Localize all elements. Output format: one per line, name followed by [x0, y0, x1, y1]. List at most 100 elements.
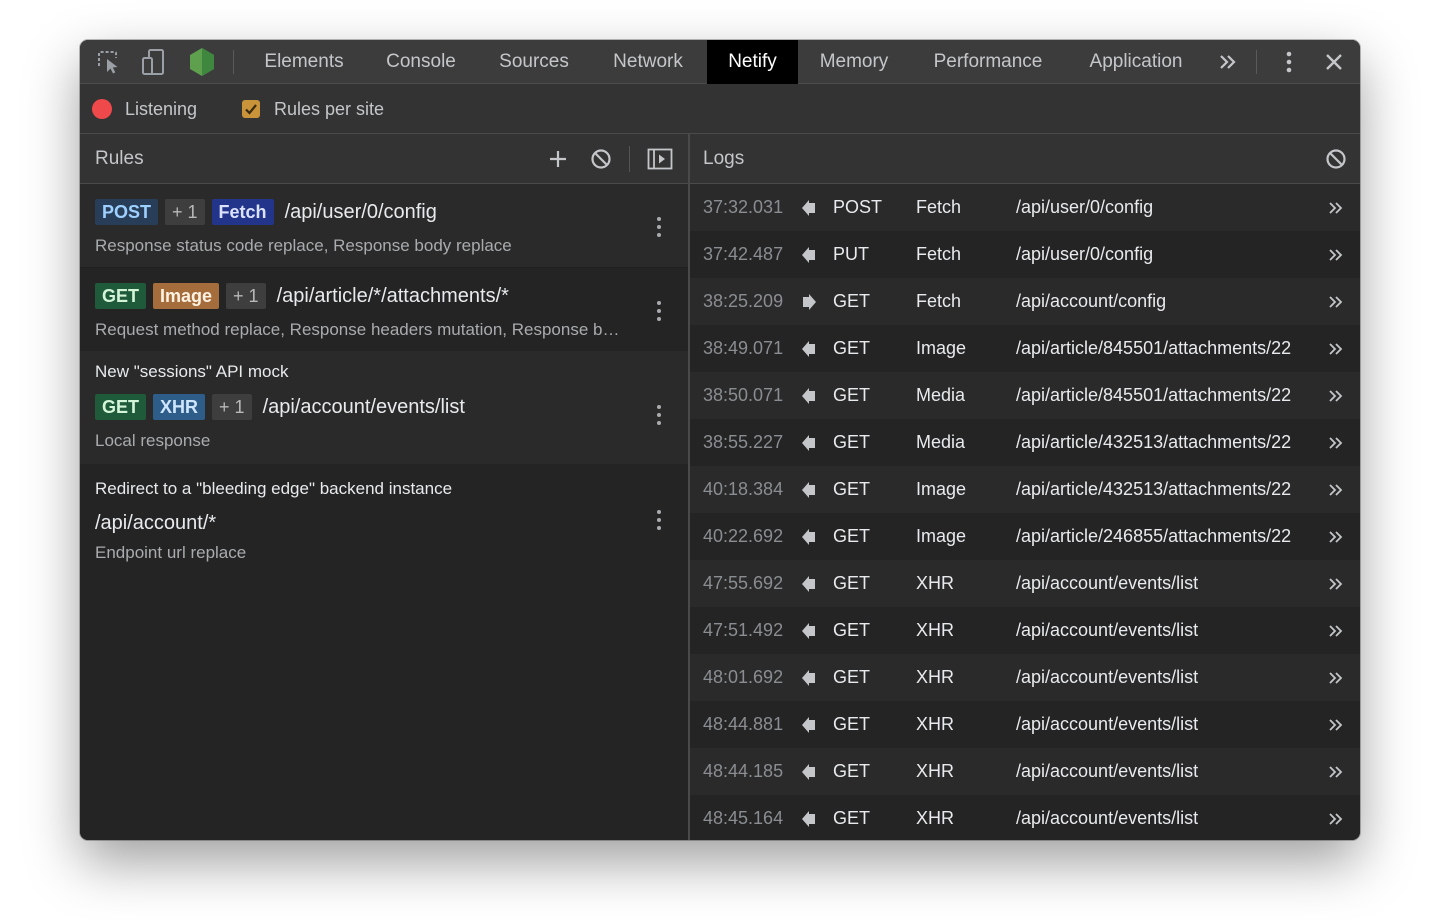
log-row[interactable]: 48:45.164 GET XHR /api/account/events/li…	[690, 795, 1360, 840]
clear-icon[interactable]	[589, 147, 613, 171]
log-time: 38:55.227	[703, 432, 784, 452]
rule-summary: POST + 1 Fetch /api/user/0/config	[95, 198, 437, 226]
double-chevron-right-icon[interactable]	[1326, 184, 1346, 231]
listening-label: Listening	[125, 99, 198, 119]
double-chevron-right-icon[interactable]	[1326, 560, 1346, 607]
rule-url: /api/article/*/attachments/*	[276, 284, 509, 307]
double-chevron-right-icon[interactable]	[1326, 654, 1346, 701]
log-type: Fetch	[916, 291, 962, 311]
log-type: Media	[916, 385, 966, 405]
node-icon[interactable]	[186, 40, 218, 84]
log-url: /api/account/config	[1016, 291, 1167, 311]
rules-per-site-checkbox[interactable]	[242, 100, 260, 118]
rule-item[interactable]: New "sessions" API mock GET XHR + 1 /api…	[80, 351, 688, 464]
double-chevron-right-icon[interactable]	[1326, 748, 1346, 795]
log-url: /api/article/246855/attachments/22	[1016, 526, 1292, 546]
log-time: 37:32.031	[703, 197, 784, 217]
rule-name: New "sessions" API mock	[95, 362, 289, 381]
log-row[interactable]: 40:22.692 GET Image /api/article/246855/…	[690, 513, 1360, 560]
tab-bar: Elements Console Sources Network Netify …	[80, 40, 1360, 84]
log-method: GET	[833, 808, 871, 828]
rule-summary: GET XHR + 1 /api/account/events/list	[95, 393, 465, 421]
log-row[interactable]: 38:55.227 GET Media /api/article/432513/…	[690, 419, 1360, 466]
log-time: 48:44.881	[703, 714, 784, 734]
rule-description: Local response	[95, 431, 211, 450]
double-chevron-right-icon[interactable]	[1326, 231, 1346, 278]
rule-item[interactable]: POST + 1 Fetch /api/user/0/config Respon…	[80, 184, 688, 267]
toggle-sidebar-icon[interactable]	[647, 147, 673, 171]
tab-performance[interactable]: Performance	[916, 40, 1060, 84]
double-chevron-right-icon[interactable]	[1326, 278, 1346, 325]
request-arrow-icon	[800, 419, 818, 466]
device-toolbar-icon[interactable]	[138, 40, 168, 84]
listening-record-icon[interactable]	[92, 99, 112, 119]
log-time: 48:44.185	[703, 761, 784, 781]
log-row[interactable]: 48:44.185 GET XHR /api/account/events/li…	[690, 748, 1360, 795]
rule-item[interactable]: GET Image + 1 /api/article/*/attachments…	[80, 267, 688, 352]
toolbar-separator	[233, 50, 234, 74]
log-method: POST	[833, 197, 883, 217]
double-chevron-right-icon[interactable]	[1326, 795, 1346, 840]
tab-elements[interactable]: Elements	[250, 40, 358, 84]
log-row[interactable]: 37:42.487 PUT Fetch /api/user/0/config	[690, 231, 1360, 278]
log-row[interactable]: 38:50.071 GET Media /api/article/845501/…	[690, 372, 1360, 419]
clear-icon[interactable]	[1324, 147, 1348, 171]
log-url: /api/account/events/list	[1016, 808, 1199, 828]
log-type: Image	[916, 479, 967, 499]
plus-icon[interactable]	[546, 147, 570, 171]
logs-title: Logs	[703, 148, 745, 169]
double-chevron-right-icon[interactable]	[1326, 372, 1346, 419]
log-method: GET	[833, 714, 871, 734]
log-url: /api/article/845501/attachments/22	[1016, 385, 1292, 405]
type-badge: Fetch	[211, 199, 274, 225]
log-time: 40:22.692	[703, 526, 784, 546]
more-badge: + 1	[165, 199, 205, 225]
tab-console[interactable]: Console	[370, 40, 472, 84]
log-url: /api/user/0/config	[1016, 244, 1154, 264]
request-arrow-icon	[800, 560, 818, 607]
log-row[interactable]: 48:01.692 GET XHR /api/account/events/li…	[690, 654, 1360, 701]
rule-menu-icon[interactable]	[652, 296, 666, 326]
log-row[interactable]: 38:25.209 GET Fetch /api/account/config	[690, 278, 1360, 325]
more-badge: + 1	[226, 283, 266, 309]
method-badge: GET	[95, 283, 147, 309]
double-chevron-right-icon[interactable]	[1326, 513, 1346, 560]
tab-application[interactable]: Application	[1072, 40, 1200, 84]
log-row[interactable]: 40:18.384 GET Image /api/article/432513/…	[690, 466, 1360, 513]
vertical-dots-icon[interactable]	[1277, 40, 1301, 84]
log-url: /api/account/events/list	[1016, 714, 1199, 734]
double-chevron-right-icon[interactable]	[1326, 701, 1346, 748]
logs-header: Logs	[690, 134, 1360, 184]
request-arrow-icon	[800, 701, 818, 748]
rule-summary: GET Image + 1 /api/article/*/attachments…	[95, 282, 509, 310]
log-url: /api/account/events/list	[1016, 667, 1199, 687]
close-icon[interactable]	[1322, 40, 1346, 84]
rule-menu-icon[interactable]	[652, 505, 666, 535]
log-url: /api/user/0/config	[1016, 197, 1154, 217]
tab-network[interactable]: Network	[595, 40, 701, 84]
log-row[interactable]: 47:51.492 GET XHR /api/account/events/li…	[690, 607, 1360, 654]
log-method: GET	[833, 620, 871, 640]
log-time: 48:45.164	[703, 808, 784, 828]
tab-netify[interactable]: Netify	[707, 40, 798, 84]
log-row[interactable]: 38:49.071 GET Image /api/article/845501/…	[690, 325, 1360, 372]
method-badge: POST	[95, 199, 159, 225]
tab-sources[interactable]: Sources	[484, 40, 584, 84]
rule-menu-icon[interactable]	[652, 400, 666, 430]
log-row[interactable]: 47:55.692 GET XHR /api/account/events/li…	[690, 560, 1360, 607]
request-arrow-icon	[800, 748, 818, 795]
rule-description: Request method replace, Response headers…	[95, 320, 625, 339]
double-chevron-right-icon[interactable]	[1326, 607, 1346, 654]
double-chevron-right-icon[interactable]	[1326, 419, 1346, 466]
inspect-element-icon[interactable]	[94, 40, 124, 84]
double-chevron-right-icon[interactable]	[1216, 40, 1240, 84]
rule-item[interactable]: Redirect to a "bleeding edge" backend in…	[80, 464, 688, 576]
log-method: GET	[833, 761, 871, 781]
log-row[interactable]: 37:32.031 POST Fetch /api/user/0/config	[690, 184, 1360, 231]
rule-menu-icon[interactable]	[652, 212, 666, 242]
tab-memory[interactable]: Memory	[804, 40, 904, 84]
double-chevron-right-icon[interactable]	[1326, 466, 1346, 513]
double-chevron-right-icon[interactable]	[1326, 325, 1346, 372]
log-url: /api/account/events/list	[1016, 761, 1199, 781]
log-row[interactable]: 48:44.881 GET XHR /api/account/events/li…	[690, 701, 1360, 748]
